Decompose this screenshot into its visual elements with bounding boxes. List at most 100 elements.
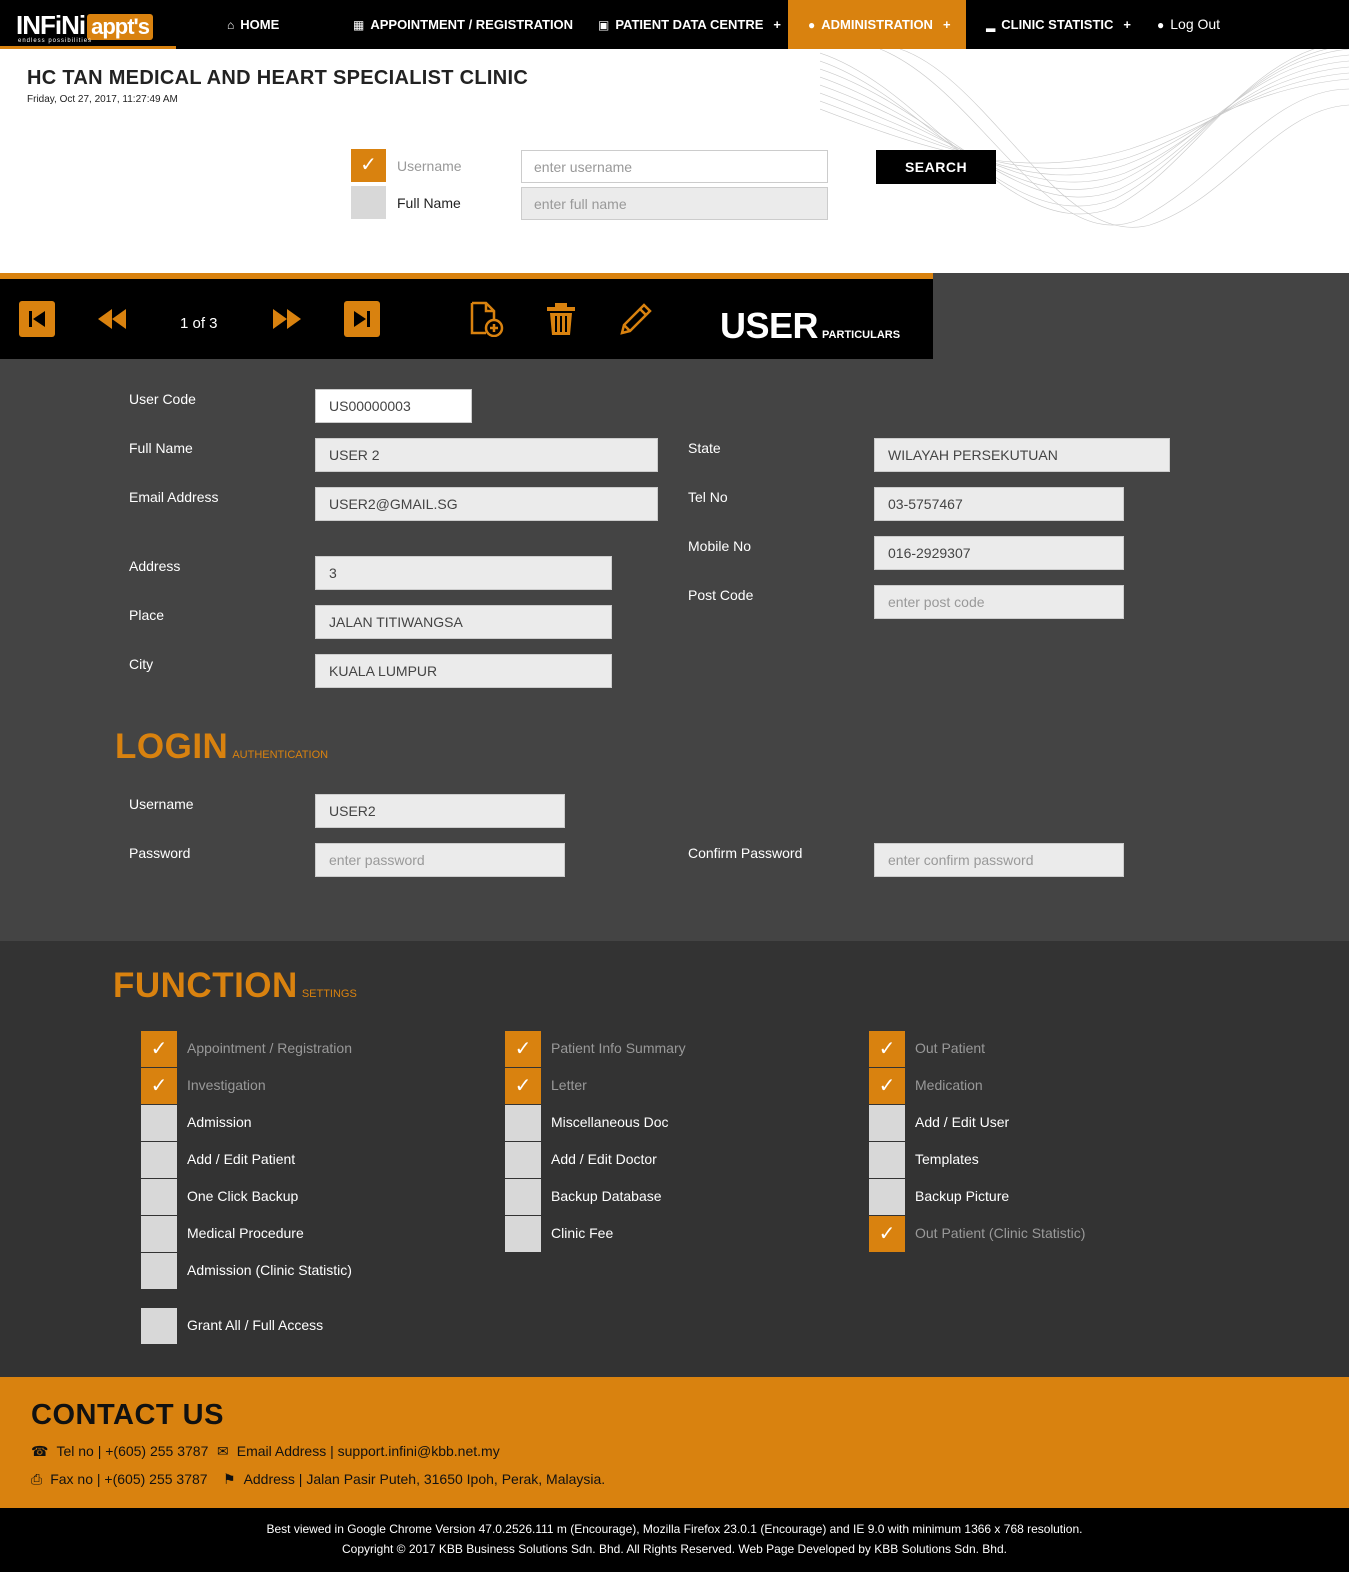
place-input[interactable]	[315, 605, 612, 639]
contact-address-text: Address | Jalan Pasir Puteh, 31650 Ipoh,…	[243, 1471, 606, 1487]
mobile-input[interactable]	[874, 536, 1124, 570]
nav-administration[interactable]: ● ADMINISTRATION +	[788, 0, 966, 49]
function-label: Appointment / Registration	[187, 1040, 352, 1056]
function-checkbox[interactable]	[869, 1179, 905, 1215]
function-checkbox[interactable]: ✓	[141, 1031, 177, 1067]
grant-all-label: Grant All / Full Access	[187, 1317, 324, 1333]
function-option-miscellaneous-doc[interactable]: Miscellaneous Doc	[505, 1105, 845, 1141]
function-checkbox[interactable]: ✓	[869, 1031, 905, 1067]
function-option-templates[interactable]: Templates	[869, 1142, 1209, 1178]
nav-logout[interactable]: ● Log Out	[1157, 0, 1220, 49]
function-option-out-patient-clinic-statistic[interactable]: ✓ Out Patient (Clinic Statistic)	[869, 1216, 1209, 1252]
phone-icon: ☎	[31, 1443, 49, 1459]
function-option-patient-info-summary[interactable]: ✓ Patient Info Summary	[505, 1031, 845, 1067]
nav-home[interactable]: ⌂ HOME	[227, 0, 279, 49]
nav-clinic-statistic[interactable]: ▂ CLINIC STATISTIC +	[986, 0, 1131, 49]
tel-label: Tel No	[688, 489, 728, 505]
full-name-input[interactable]	[315, 438, 658, 472]
state-input[interactable]	[874, 438, 1170, 472]
delete-record-icon[interactable]	[543, 301, 579, 337]
function-option-investigation[interactable]: ✓ Investigation	[141, 1068, 481, 1104]
search-button[interactable]: SEARCH	[876, 150, 996, 184]
address-input[interactable]	[315, 556, 612, 590]
function-checkbox[interactable]	[141, 1142, 177, 1178]
function-checkbox[interactable]	[141, 1216, 177, 1252]
edit-record-icon[interactable]	[618, 301, 654, 337]
section-title-user: USER PARTICULARS	[720, 305, 900, 347]
function-checkbox[interactable]	[141, 1253, 177, 1289]
function-checkbox[interactable]	[869, 1105, 905, 1141]
app-logo[interactable]: INFiNi appt's endless possibilities	[0, 0, 176, 49]
function-option-add-edit-patient[interactable]: Add / Edit Patient	[141, 1142, 481, 1178]
function-option-medication[interactable]: ✓ Medication	[869, 1068, 1209, 1104]
function-label: Patient Info Summary	[551, 1040, 686, 1056]
password-input[interactable]	[315, 843, 565, 877]
function-checkbox[interactable]	[141, 1179, 177, 1215]
search-username-label: Username	[397, 158, 462, 174]
search-username-input[interactable]	[521, 150, 828, 183]
last-record-icon[interactable]	[344, 301, 380, 337]
function-option-backup-picture[interactable]: Backup Picture	[869, 1179, 1209, 1215]
function-option-add-edit-doctor[interactable]: Add / Edit Doctor	[505, 1142, 845, 1178]
function-option-backup-database[interactable]: Backup Database	[505, 1179, 845, 1215]
function-checkbox[interactable]: ✓	[505, 1068, 541, 1104]
function-label: Admission	[187, 1114, 252, 1130]
login-section-title: LOGIN AUTHENTICATION	[115, 727, 328, 767]
user-code-input[interactable]	[315, 389, 472, 423]
grant-all-checkbox[interactable]	[141, 1308, 177, 1344]
contact-title: CONTACT US	[31, 1399, 224, 1431]
function-checkbox[interactable]: ✓	[869, 1216, 905, 1252]
function-option-admission-clinic-statistic[interactable]: Admission (Clinic Statistic)	[141, 1253, 481, 1289]
contact-email[interactable]: ✉ Email Address | support.infini@kbb.net.…	[217, 1443, 500, 1460]
function-checkbox[interactable]: ✓	[141, 1068, 177, 1104]
nav-appointment[interactable]: ▦ APPOINTMENT / REGISTRATION	[353, 0, 573, 49]
function-checkbox[interactable]	[869, 1142, 905, 1178]
function-option-one-click-backup[interactable]: One Click Backup	[141, 1179, 481, 1215]
city-input[interactable]	[315, 654, 612, 688]
tel-input[interactable]	[874, 487, 1124, 521]
postcode-input[interactable]	[874, 585, 1124, 619]
flag-icon: ⚑	[223, 1471, 236, 1487]
next-record-icon[interactable]	[269, 301, 305, 337]
grant-all-option[interactable]: Grant All / Full Access	[141, 1308, 441, 1344]
function-subtitle-text: SETTINGS	[301, 988, 357, 1000]
contact-tel: ☎ Tel no | +(605) 255 3787	[31, 1443, 208, 1460]
email-input[interactable]	[315, 487, 658, 521]
nav-appointment-label: APPOINTMENT / REGISTRATION	[370, 17, 574, 32]
footer-copyright: Copyright © 2017 KBB Business Solutions …	[341, 1542, 1007, 1556]
function-checkbox[interactable]	[505, 1179, 541, 1215]
function-option-appointment-registration[interactable]: ✓ Appointment / Registration	[141, 1031, 481, 1067]
confirm-password-input[interactable]	[874, 843, 1124, 877]
home-icon: ⌂	[227, 18, 235, 32]
function-option-letter[interactable]: ✓ Letter	[505, 1068, 845, 1104]
search-fullname-checkbox[interactable]	[351, 186, 386, 219]
function-option-admission[interactable]: Admission	[141, 1105, 481, 1141]
function-checkbox[interactable]	[141, 1105, 177, 1141]
function-label: Out Patient (Clinic Statistic)	[915, 1225, 1086, 1241]
function-title-text: FUNCTION	[113, 966, 298, 1005]
new-record-icon[interactable]	[468, 301, 504, 337]
user-icon: ●	[808, 18, 816, 32]
function-checkbox[interactable]	[505, 1216, 541, 1252]
nav-home-label: HOME	[240, 17, 280, 32]
search-username-checkbox[interactable]: ✓	[351, 149, 386, 182]
login-username-input[interactable]	[315, 794, 565, 828]
email-label: Email Address	[129, 489, 219, 505]
function-option-out-patient[interactable]: ✓ Out Patient	[869, 1031, 1209, 1067]
function-option-medical-procedure[interactable]: Medical Procedure	[141, 1216, 481, 1252]
function-checkbox[interactable]: ✓	[869, 1068, 905, 1104]
login-title-text: LOGIN	[115, 727, 229, 766]
function-label: Medical Procedure	[187, 1225, 304, 1241]
first-record-icon[interactable]	[19, 301, 55, 337]
search-fullname-input[interactable]	[521, 187, 828, 220]
function-option-clinic-fee[interactable]: Clinic Fee	[505, 1216, 845, 1252]
nav-patient-data[interactable]: ▣ PATIENT DATA CENTRE +	[598, 0, 781, 49]
function-checkbox[interactable]	[505, 1105, 541, 1141]
logo-appts-text: appt's	[87, 14, 154, 40]
function-option-add-edit-user[interactable]: Add / Edit User	[869, 1105, 1209, 1141]
user-subtitle-text: PARTICULARS	[822, 329, 901, 341]
function-checkbox[interactable]	[505, 1142, 541, 1178]
function-checkbox[interactable]: ✓	[505, 1031, 541, 1067]
previous-record-icon[interactable]	[94, 301, 130, 337]
page-indicator: 1 of 3	[180, 315, 218, 332]
